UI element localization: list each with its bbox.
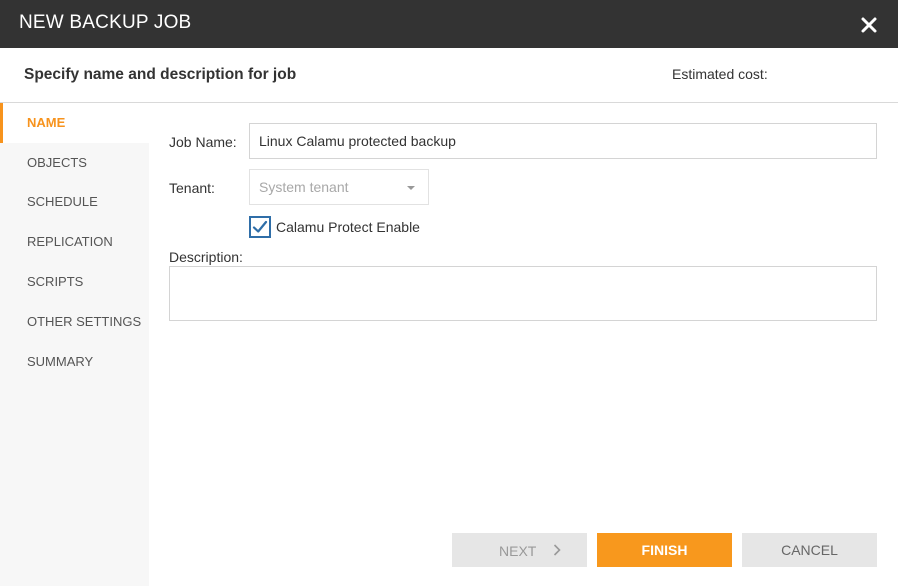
calamu-protect-label: Calamu Protect Enable bbox=[276, 219, 420, 235]
sidebar-item-summary[interactable]: SUMMARY bbox=[0, 342, 149, 382]
sidebar-item-label: SUMMARY bbox=[27, 354, 94, 369]
cancel-button[interactable]: CANCEL bbox=[742, 533, 877, 567]
sidebar-item-other-settings[interactable]: OTHER SETTINGS bbox=[0, 302, 149, 342]
description-label: Description: bbox=[169, 249, 243, 265]
sidebar-item-scripts[interactable]: SCRIPTS bbox=[0, 262, 149, 302]
sidebar-item-label: REPLICATION bbox=[27, 234, 113, 249]
next-button-label: NEXT bbox=[499, 543, 537, 559]
sidebar-item-label: OTHER SETTINGS bbox=[27, 314, 142, 329]
next-button[interactable]: NEXT bbox=[452, 533, 587, 567]
finish-button[interactable]: FINISH bbox=[597, 533, 732, 567]
wizard-steps-sidebar: NAME OBJECTS SCHEDULE REPLICATION SCRIPT… bbox=[0, 103, 149, 586]
description-input[interactable] bbox=[169, 266, 877, 321]
new-backup-job-dialog: NEW BACKUP JOB Specify name and descript… bbox=[0, 0, 898, 586]
sidebar-item-replication[interactable]: REPLICATION bbox=[0, 222, 149, 262]
sidebar-item-name[interactable]: NAME bbox=[0, 103, 149, 143]
estimated-cost-label: Estimated cost: bbox=[672, 66, 768, 82]
tenant-select-value: System tenant bbox=[259, 179, 349, 195]
calamu-protect-checkbox[interactable] bbox=[249, 216, 271, 238]
job-name-label: Job Name: bbox=[169, 134, 237, 150]
job-name-input[interactable] bbox=[249, 123, 877, 159]
checkmark-icon bbox=[252, 220, 268, 233]
sidebar-item-schedule[interactable]: SCHEDULE bbox=[0, 182, 149, 222]
chevron-down-icon bbox=[407, 186, 415, 190]
dialog-titlebar: NEW BACKUP JOB bbox=[0, 0, 898, 48]
chevron-right-icon bbox=[553, 544, 561, 556]
tenant-select[interactable]: System tenant bbox=[249, 169, 429, 205]
tenant-label: Tenant: bbox=[169, 180, 215, 196]
sidebar-item-label: SCHEDULE bbox=[27, 194, 98, 209]
sidebar-item-label: NAME bbox=[27, 115, 66, 130]
step-title: Specify name and description for job bbox=[24, 66, 297, 83]
sidebar-item-label: OBJECTS bbox=[27, 155, 87, 170]
dialog-title: NEW BACKUP JOB bbox=[19, 12, 192, 33]
sidebar-item-label: SCRIPTS bbox=[27, 274, 84, 289]
sidebar-item-objects[interactable]: OBJECTS bbox=[0, 143, 149, 183]
close-icon[interactable] bbox=[858, 14, 880, 36]
step-header: Specify name and description for job Est… bbox=[0, 48, 898, 103]
